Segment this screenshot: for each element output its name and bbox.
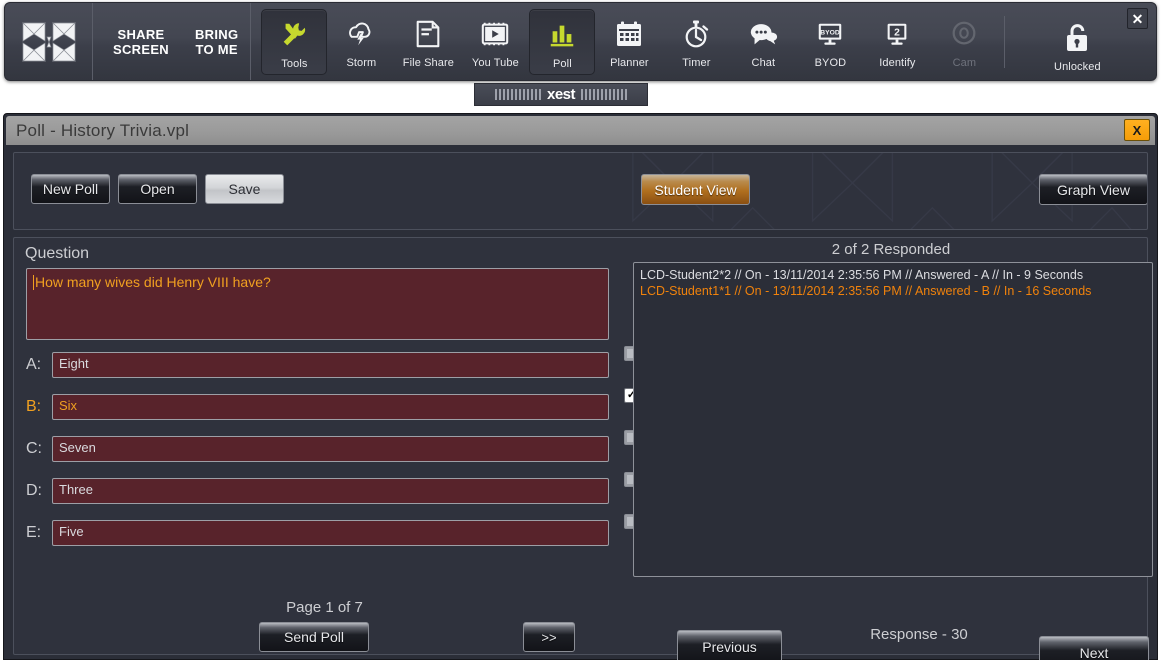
answer-row-d: D: Three: [26, 478, 609, 504]
question-label: Question: [25, 245, 90, 262]
identify-icon: 2: [882, 17, 912, 51]
toolbar-label: Poll: [553, 57, 572, 70]
toolbar-label: Cam: [952, 56, 977, 69]
chat-icon: [748, 17, 778, 51]
next-button[interactable]: Next: [1039, 636, 1149, 660]
poll-window: Poll - History Trivia.vpl X New Poll Ope…: [3, 113, 1158, 660]
planner-icon: [615, 17, 643, 51]
toolbar-item-chat[interactable]: Chat: [730, 9, 796, 75]
responded-count-label: 2 of 2 Responded: [831, 241, 951, 258]
toolbar-label: Storm: [346, 56, 377, 69]
open-button[interactable]: Open: [118, 174, 197, 204]
toolbar-item-tools[interactable]: Tools: [261, 8, 328, 75]
tools-icon: [279, 18, 309, 52]
graph-view-button[interactable]: Graph View: [1039, 174, 1147, 205]
answer-letter: E:: [26, 524, 42, 541]
bring-to-me-button[interactable]: BRING TO ME: [189, 23, 244, 61]
answer-input-a[interactable]: Eight: [52, 352, 609, 378]
toolbar-item-planner[interactable]: Planner: [596, 9, 662, 75]
response-log-item: LCD-Student2*2 // On - 13/11/2014 2:35:5…: [640, 268, 1084, 282]
xest-badge: xest: [474, 83, 648, 106]
answer-letter: B:: [26, 398, 42, 415]
toolbar-label: Tools: [281, 57, 308, 70]
toolbar-label: BYOD: [814, 56, 847, 69]
toolbar-item-youtube[interactable]: You Tube: [462, 9, 528, 75]
toolbar-close-button[interactable]: ✕: [1127, 8, 1148, 29]
previous-button[interactable]: Previous: [677, 630, 782, 660]
response-log-list[interactable]: LCD-Student2*2 // On - 13/11/2014 2:35:5…: [633, 262, 1153, 577]
text-caret: [33, 275, 34, 290]
response-log-item: LCD-Student1*1 // On - 13/11/2014 2:35:5…: [640, 284, 1092, 298]
answer-letter: D:: [26, 482, 42, 499]
student-view-button[interactable]: Student View: [641, 174, 750, 205]
question-text: How many wives did Henry VIII have?: [35, 274, 271, 290]
cam-icon: [949, 17, 979, 51]
youtube-icon: [480, 17, 510, 51]
answer-input-c[interactable]: Seven: [52, 436, 609, 462]
answer-input-e[interactable]: Five: [52, 520, 609, 546]
app-logo[interactable]: [5, 3, 93, 80]
toolbar-label: Timer: [682, 56, 711, 69]
svg-text:BYOD: BYOD: [821, 29, 841, 36]
toolbar-item-cam[interactable]: Cam: [931, 9, 997, 75]
send-poll-button[interactable]: Send Poll: [259, 622, 369, 652]
toolbar-label: File Share: [402, 56, 454, 69]
response-time-label: Response - 30: [870, 626, 968, 643]
answer-row-b: B: Six: [26, 394, 609, 420]
badge-ticks-left: [494, 89, 541, 100]
toolbar-item-storm[interactable]: Storm: [328, 9, 394, 75]
question-input[interactable]: How many wives did Henry VIII have?: [26, 268, 609, 340]
lock-status-label: Unlocked: [1054, 60, 1101, 73]
window-title: Poll - History Trivia.vpl: [16, 120, 190, 140]
timer-icon: [682, 17, 710, 51]
toolbar-label: Planner: [610, 56, 649, 69]
page-indicator: Page 1 of 7: [286, 599, 363, 616]
answer-letter: A:: [26, 356, 42, 373]
unlocked-padlock-icon: [1064, 21, 1090, 55]
storm-icon: [346, 17, 376, 51]
poll-editor-panel: Question How many wives did Henry VIII h…: [13, 237, 1153, 660]
lock-status-button[interactable]: Unlocked: [1012, 11, 1142, 73]
toolbar-item-byod[interactable]: BYOD BYOD: [797, 9, 863, 75]
toolbar-item-file-share[interactable]: File Share: [395, 9, 461, 75]
file-share-icon: [414, 17, 442, 51]
answer-input-d[interactable]: Three: [52, 478, 609, 504]
poll-action-bar: New Poll Open Save Student View Graph Vi…: [13, 152, 1148, 230]
main-toolbar: SHARE SCREEN BRING TO ME Tools Storm Fil…: [4, 2, 1157, 81]
toolbar-item-timer[interactable]: Timer: [663, 9, 729, 75]
xest-x-logo: [21, 21, 76, 62]
answer-row-e: E: Five: [26, 520, 609, 546]
window-close-button[interactable]: X: [1124, 119, 1150, 141]
save-button[interactable]: Save: [205, 174, 284, 204]
next-page-button[interactable]: >>: [523, 622, 575, 652]
toolbar-items: Tools Storm File Share You Tube Poll Pla…: [251, 3, 1156, 80]
toolbar-label: Identify: [879, 56, 916, 69]
toolbar-item-identify[interactable]: 2 Identify: [864, 9, 930, 75]
screen: SHARE SCREEN BRING TO ME Tools Storm Fil…: [0, 0, 1161, 660]
toolbar-text-group: SHARE SCREEN BRING TO ME: [93, 3, 252, 80]
toolbar-label: Chat: [751, 56, 776, 69]
poll-icon: [547, 18, 577, 52]
answer-row-c: C: Seven: [26, 436, 609, 462]
toolbar-divider: [1004, 15, 1006, 68]
answer-input-b[interactable]: Six: [52, 394, 609, 420]
answer-row-a: A: Eight: [26, 352, 609, 378]
new-poll-button[interactable]: New Poll: [31, 174, 110, 204]
toolbar-label: You Tube: [471, 56, 519, 69]
byod-icon: BYOD: [815, 17, 845, 51]
xest-wordmark: xest: [546, 86, 576, 103]
answer-letter: C:: [26, 440, 42, 457]
window-title-bar[interactable]: Poll - History Trivia.vpl X: [6, 116, 1155, 145]
toolbar-item-poll[interactable]: Poll: [529, 8, 596, 75]
share-screen-button[interactable]: SHARE SCREEN: [107, 23, 175, 61]
badge-ticks-right: [581, 89, 628, 100]
svg-text:2: 2: [895, 27, 901, 38]
